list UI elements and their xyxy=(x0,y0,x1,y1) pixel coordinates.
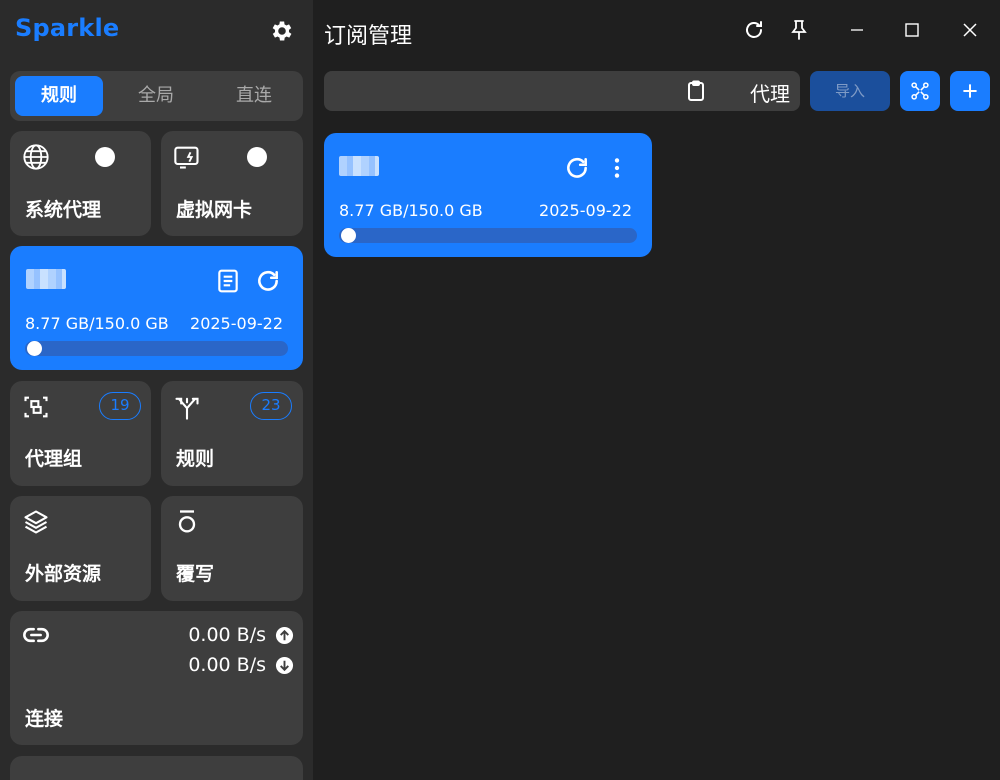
tun-card[interactable]: 虚拟网卡 xyxy=(161,131,303,236)
layers-icon xyxy=(22,508,50,536)
proxy-toggle-label[interactable]: 代理 xyxy=(750,78,790,107)
subscription-url-input[interactable]: 代理 xyxy=(324,71,800,111)
override-icon xyxy=(173,508,201,536)
page-title: 订阅管理 xyxy=(324,24,413,49)
fork-icon xyxy=(173,393,201,421)
refresh-icon[interactable] xyxy=(255,268,281,294)
tun-icon xyxy=(173,143,201,171)
log-icon[interactable] xyxy=(215,268,241,294)
pin-icon[interactable] xyxy=(787,18,811,42)
tab-mode-rule[interactable]: 规则 xyxy=(15,76,103,116)
progress-knob xyxy=(27,341,42,356)
profile-progress xyxy=(339,228,637,243)
app-brand: Sparkle xyxy=(15,14,120,42)
profile-name-blurred xyxy=(26,269,66,289)
proxy-groups-icon xyxy=(22,393,50,421)
proxy-groups-label: 代理组 xyxy=(25,448,83,470)
refresh-icon[interactable] xyxy=(742,18,766,42)
connections-card[interactable]: 0.00 B/s 0.00 B/s 连接 xyxy=(10,611,303,745)
maximize-icon[interactable] xyxy=(900,18,924,42)
profile-name-blurred xyxy=(339,156,379,176)
tab-mode-direct[interactable]: 直连 xyxy=(210,76,298,116)
upload-speed: 0.00 B/s xyxy=(188,624,266,646)
rules-card[interactable]: 23 规则 xyxy=(161,381,303,486)
next-card-partial[interactable] xyxy=(10,756,303,780)
import-button[interactable]: 导入 xyxy=(810,71,890,111)
settings-gear-icon[interactable] xyxy=(269,18,295,44)
clipboard-icon[interactable] xyxy=(684,79,708,103)
proxy-groups-count-badge: 19 xyxy=(99,392,141,420)
rules-label: 规则 xyxy=(176,448,215,470)
sidebar-profile-traffic: 8.77 GB/150.0 GB xyxy=(25,314,169,333)
override-label: 覆写 xyxy=(176,563,215,585)
proxy-mode-tabs: 规则 全局 直连 xyxy=(10,71,303,121)
connections-label: 连接 xyxy=(25,708,64,730)
link-icon xyxy=(22,621,50,649)
add-profile-button[interactable] xyxy=(950,71,990,111)
proxy-groups-card[interactable]: 19 代理组 xyxy=(10,381,151,486)
more-vertical-icon[interactable] xyxy=(604,155,630,181)
profile-expire: 2025-09-22 xyxy=(539,201,632,220)
tun-toggle[interactable] xyxy=(247,147,267,167)
resources-label: 外部资源 xyxy=(25,563,102,585)
system-proxy-toggle[interactable] xyxy=(95,147,115,167)
auto-update-button[interactable] xyxy=(900,71,940,111)
sidebar-profile-card[interactable]: 8.77 GB/150.0 GB 2025-09-22 xyxy=(10,246,303,370)
rules-count-badge: 23 xyxy=(250,392,292,420)
globe-icon xyxy=(22,143,50,171)
sidebar: Sparkle 规则 全局 直连 系统代理 虚拟网卡 8.77 GB/150.0… xyxy=(0,0,313,780)
minimize-icon[interactable] xyxy=(845,18,869,42)
override-card[interactable]: 覆写 xyxy=(161,496,303,601)
system-proxy-label: 系统代理 xyxy=(25,199,102,221)
close-icon[interactable] xyxy=(958,18,982,42)
sidebar-profile-expire: 2025-09-22 xyxy=(190,314,283,333)
progress-knob xyxy=(341,228,356,243)
tab-mode-global[interactable]: 全局 xyxy=(112,76,200,116)
system-proxy-card[interactable]: 系统代理 xyxy=(10,131,151,236)
sidebar-profile-progress xyxy=(25,341,288,356)
resources-card[interactable]: 外部资源 xyxy=(10,496,151,601)
upload-arrow-icon xyxy=(275,626,294,645)
profile-card[interactable]: 8.77 GB/150.0 GB 2025-09-22 xyxy=(324,133,652,257)
download-speed: 0.00 B/s xyxy=(188,654,266,676)
download-arrow-icon xyxy=(275,656,294,675)
refresh-icon[interactable] xyxy=(564,155,590,181)
profile-traffic: 8.77 GB/150.0 GB xyxy=(339,201,483,220)
tun-label: 虚拟网卡 xyxy=(176,199,253,221)
